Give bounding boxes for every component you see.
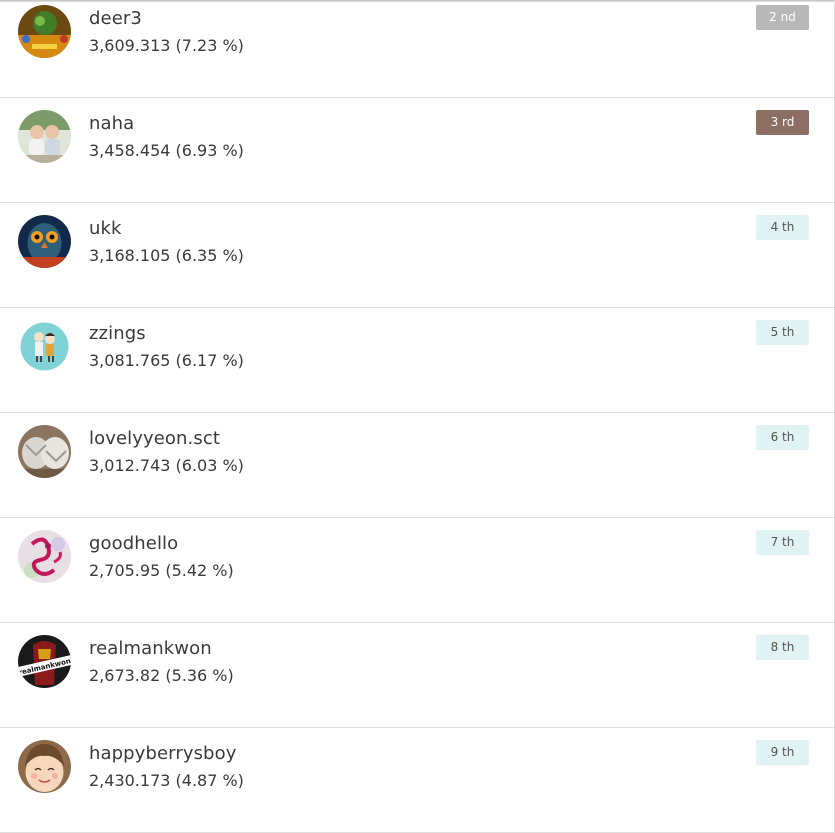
leaderboard-row[interactable]: naha 3,458.454 (6.93 %) 3 rd — [0, 98, 834, 203]
score-value: 3,168.105 (6.35 %) — [89, 246, 244, 265]
username[interactable]: ukk — [89, 218, 122, 239]
user-avatar[interactable] — [18, 740, 71, 793]
user-avatar[interactable] — [18, 530, 71, 583]
user-avatar[interactable]: realmankwon — [18, 635, 71, 688]
ironman-avatar-icon: realmankwon — [18, 635, 71, 688]
cat-photo-avatar-icon — [18, 425, 71, 478]
score-value: 2,673.82 (5.36 %) — [89, 666, 234, 685]
leaderboard-list: deer3 3,609.313 (7.23 %) 2 nd naha 3,458… — [0, 0, 835, 833]
username[interactable]: happyberrysboy — [89, 743, 236, 764]
user-avatar[interactable] — [18, 320, 71, 373]
username[interactable]: naha — [89, 113, 134, 134]
dragon-art-avatar-icon — [18, 530, 71, 583]
leaderboard-row[interactable]: happyberrysboy 2,430.173 (4.87 %) 9 th — [0, 728, 834, 833]
owl-art-avatar-icon — [18, 215, 71, 268]
score-value: 3,609.313 (7.23 %) — [89, 36, 244, 55]
username[interactable]: goodhello — [89, 533, 178, 554]
user-avatar[interactable] — [18, 425, 71, 478]
game-art-avatar-icon — [18, 5, 71, 58]
leaderboard-row[interactable]: deer3 3,609.313 (7.23 %) 2 nd — [0, 0, 834, 98]
score-value: 2,705.95 (5.42 %) — [89, 561, 234, 580]
rank-badge: 6 th — [756, 425, 809, 450]
rank-badge: 8 th — [756, 635, 809, 660]
leaderboard-row[interactable]: zzings 3,081.765 (6.17 %) 5 th — [0, 308, 834, 413]
score-value: 3,081.765 (6.17 %) — [89, 351, 244, 370]
rank-badge: 5 th — [756, 320, 809, 345]
rank-badge: 4 th — [756, 215, 809, 240]
user-avatar[interactable] — [18, 110, 71, 163]
user-avatar[interactable] — [18, 215, 71, 268]
leaderboard-row[interactable]: realmankwon realmankwon 2,673.82 (5.36 %… — [0, 623, 834, 728]
score-value: 3,012.743 (6.03 %) — [89, 456, 244, 475]
rank-badge: 9 th — [756, 740, 809, 765]
leaderboard-row[interactable]: goodhello 2,705.95 (5.42 %) 7 th — [0, 518, 834, 623]
username[interactable]: deer3 — [89, 8, 142, 29]
rank-badge: 2 nd — [756, 5, 809, 30]
smiling-face-avatar-icon — [18, 740, 71, 793]
score-value: 2,430.173 (4.87 %) — [89, 771, 244, 790]
username[interactable]: lovelyyeon.sct — [89, 428, 220, 449]
cartoon-couple-avatar-icon — [18, 320, 71, 373]
score-value: 3,458.454 (6.93 %) — [89, 141, 244, 160]
children-photo-avatar-icon — [18, 110, 71, 163]
user-avatar[interactable] — [18, 5, 71, 58]
rank-badge: 7 th — [756, 530, 809, 555]
username[interactable]: zzings — [89, 323, 146, 344]
rank-badge: 3 rd — [756, 110, 809, 135]
leaderboard-row[interactable]: lovelyyeon.sct 3,012.743 (6.03 %) 6 th — [0, 413, 834, 518]
username[interactable]: realmankwon — [89, 638, 212, 659]
leaderboard-row[interactable]: ukk 3,168.105 (6.35 %) 4 th — [0, 203, 834, 308]
